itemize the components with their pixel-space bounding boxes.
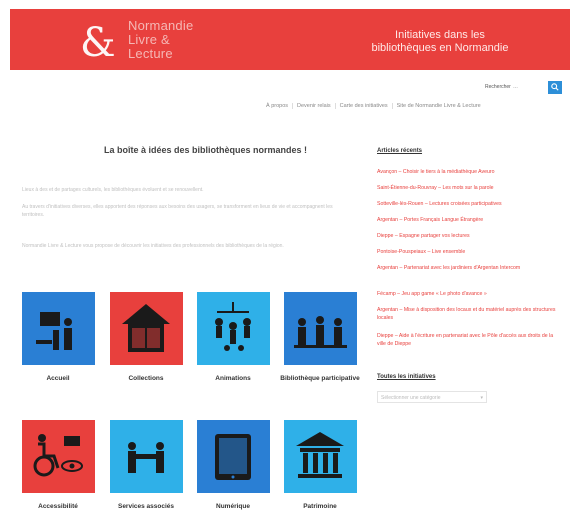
recent-article-link[interactable]: Avançon – Choisir le tiers à la médiathè…: [377, 168, 562, 176]
logo-line-3: Lecture: [128, 46, 173, 61]
header-title-line-2: bibliothèques en Normandie: [371, 42, 509, 54]
intro-paragraph-3: Normandie Livre & Lecture vous propose d…: [22, 243, 284, 249]
recent-article-link[interactable]: Fécamp – Jeu app game « Le photo d'avanc…: [377, 290, 562, 298]
recent-article-link[interactable]: Argentan – Mise à disposition des locaux…: [377, 306, 562, 322]
tile-participative[interactable]: [284, 292, 357, 365]
search-input[interactable]: [511, 81, 549, 92]
recent-article-link[interactable]: Saint-Étienne-du-Rouvray – Les mots sur …: [377, 184, 562, 192]
recent-article-link[interactable]: Sotteville-lès-Rouen – Lectures croisées…: [377, 200, 562, 208]
logo-text[interactable]: Normandie Livre & Lecture: [128, 19, 193, 61]
tile-label-accessibilite[interactable]: Accessibilité: [13, 502, 103, 511]
header-title: Initiatives dans les bibliothèques en No…: [340, 29, 540, 55]
book-house-icon: [122, 304, 170, 352]
nav-item-about[interactable]: À propos: [262, 103, 294, 109]
logo-line-2: Livre &: [128, 32, 170, 47]
tablet-icon: [215, 434, 251, 480]
intro-paragraph-2: Au travers d'initiatives diverses, elles…: [22, 204, 333, 218]
category-select[interactable]: Sélectionner une catégorie ▾: [377, 391, 487, 403]
nav-item-nll-site[interactable]: Site de Normandie Livre & Lecture: [393, 103, 485, 109]
tile-numerique[interactable]: [197, 420, 270, 493]
tile-accueil[interactable]: [22, 292, 95, 365]
recent-article-link[interactable]: Pontoise-Pouspeiaux – Live ensemble: [377, 248, 562, 256]
nav-item-map[interactable]: Carte des initiatives: [336, 103, 393, 109]
page-title: La boîte à idées des bibliothèques norma…: [104, 145, 308, 155]
group-icon: [294, 316, 347, 348]
tile-label-numerique[interactable]: Numérique: [188, 502, 278, 511]
intro-paragraph-1: Lieux à des et de partages culturels, le…: [22, 187, 204, 193]
tile-animations[interactable]: [197, 292, 270, 365]
all-initiatives-heading: Toutes les initiatives: [377, 374, 436, 380]
museum-icon: [296, 432, 344, 478]
header-title-line-1: Initiatives dans les: [395, 29, 485, 41]
search-label: Rechercher: [485, 84, 511, 90]
tile-collections[interactable]: [110, 292, 183, 365]
tile-patrimoine[interactable]: [284, 420, 357, 493]
recent-article-link[interactable]: Argentan – Portes Français Langue Étrang…: [377, 216, 562, 224]
tile-services[interactable]: [110, 420, 183, 493]
recent-article-link[interactable]: Argentan – Partenariat avec les jardinie…: [377, 264, 562, 272]
logo-ampersand[interactable]: &: [80, 21, 124, 65]
category-select-value: Sélectionner une catégorie: [381, 395, 441, 401]
search-icon: [551, 83, 559, 91]
reception-icon: [36, 312, 72, 350]
recent-articles-heading: Articles récents: [377, 148, 423, 154]
recent-article-link[interactable]: Dieppe – Aide à l'écriture en partenaria…: [377, 332, 562, 348]
search-button[interactable]: [548, 81, 562, 94]
logo-line-1: Normandie: [128, 18, 194, 33]
recent-article-link[interactable]: Dieppe – Espagne partager vos lectures: [377, 232, 562, 240]
nav-item-relay[interactable]: Devenir relais: [293, 103, 336, 109]
tile-label-patrimoine[interactable]: Patrimoine: [275, 502, 365, 511]
site-header: & Normandie Livre & Lecture Initiatives …: [10, 9, 570, 70]
tile-label-accueil[interactable]: Accueil: [13, 374, 103, 383]
accessibility-icon: [33, 434, 83, 477]
tile-label-collections[interactable]: Collections: [101, 374, 191, 383]
tile-label-animations[interactable]: Animations: [188, 374, 278, 383]
tile-label-participative[interactable]: Bibliothèque participative: [275, 374, 365, 383]
mobile-icon: [215, 302, 251, 351]
tile-label-services[interactable]: Services associés: [101, 502, 191, 511]
chevron-down-icon: ▾: [480, 395, 483, 401]
handshake-icon: [128, 442, 164, 473]
tile-accessibilite[interactable]: [22, 420, 95, 493]
top-nav: À propos Devenir relais Carte des initiati…: [262, 103, 485, 109]
